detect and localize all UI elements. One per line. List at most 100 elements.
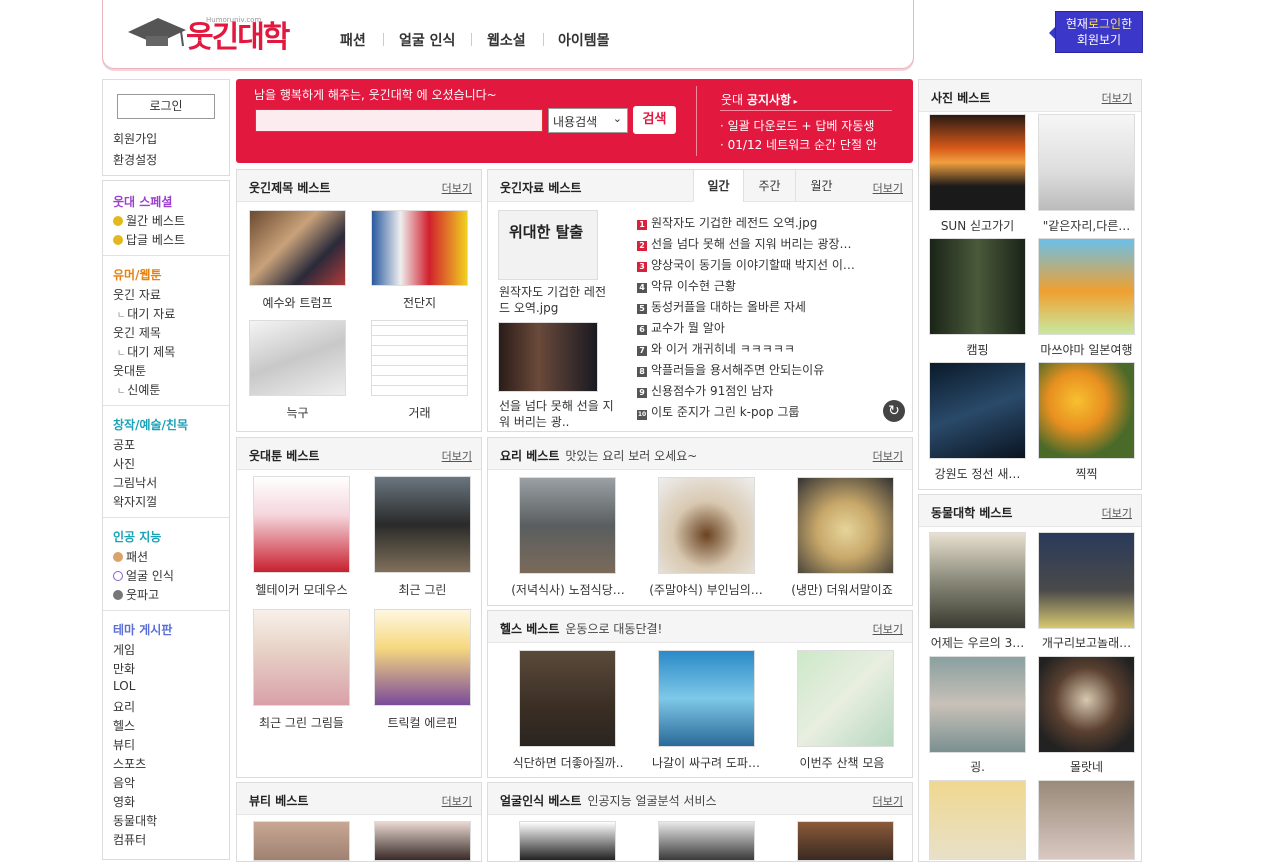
item-caption[interactable]: "같은자리,다른… xyxy=(1032,217,1141,234)
item-caption[interactable]: 이번주 산책 모음 xyxy=(772,754,912,771)
notice-item[interactable]: · 일괄 다운로드 + 답베 자동생 xyxy=(720,117,890,134)
more-link[interactable]: 더보기 xyxy=(442,448,472,464)
thumbnail-image[interactable] xyxy=(1038,362,1135,459)
thumbnail-image[interactable] xyxy=(929,362,1026,459)
thumbnail-image[interactable] xyxy=(498,322,598,392)
thumbnail-image[interactable] xyxy=(658,650,755,747)
signup-link[interactable]: 회원가입 xyxy=(113,130,157,147)
sidebar-item-beauty[interactable]: 뷰티 xyxy=(113,736,135,753)
search-button[interactable]: 검색 xyxy=(633,106,676,134)
more-link[interactable]: 더보기 xyxy=(873,621,903,637)
sidebar-item-funny-data[interactable]: 웃긴 자료 xyxy=(113,286,161,303)
thumbnail-image[interactable] xyxy=(929,532,1026,629)
thumbnail-image[interactable] xyxy=(374,476,471,573)
sidebar-item-ai-upago[interactable]: 웃파고 xyxy=(113,586,159,603)
tab-weekly[interactable]: 주간 xyxy=(743,170,795,202)
thumbnail-image[interactable] xyxy=(371,210,468,286)
rank-item[interactable]: 6 교수가 뭘 알아 xyxy=(637,319,895,336)
thumbnail-image[interactable] xyxy=(929,656,1026,753)
sidebar-item-horror[interactable]: 공포 xyxy=(113,436,135,453)
thumbnail-image[interactable] xyxy=(519,477,616,574)
sidebar-item-chatter[interactable]: 왁자지껄 xyxy=(113,493,157,510)
sidebar-item-lol[interactable]: LOL xyxy=(113,679,135,693)
feature-caption[interactable]: 원작자도 기겁한 레전드 오역.jpg xyxy=(499,284,614,316)
refresh-icon[interactable]: ↻ xyxy=(883,400,905,422)
sidebar-item-reply-best[interactable]: 답글 베스트 xyxy=(113,231,185,248)
thumbnail-image[interactable]: 위대한 탈출 xyxy=(498,210,598,280)
more-link[interactable]: 더보기 xyxy=(1102,505,1132,521)
item-caption[interactable]: 어제는 우르의 3… xyxy=(921,634,1034,651)
sidebar-item-ai-fashion[interactable]: 패션 xyxy=(113,548,148,565)
thumbnail-image[interactable] xyxy=(519,650,616,747)
thumbnail-image[interactable] xyxy=(1038,114,1135,211)
more-link[interactable]: 더보기 xyxy=(442,180,472,196)
sidebar-item-new-toon[interactable]: 신예툰 xyxy=(117,381,160,398)
more-link[interactable]: 더보기 xyxy=(873,180,903,196)
thumbnail-image[interactable] xyxy=(929,114,1026,211)
rank-item[interactable]: 7와 이거 개귀히네 ㅋㅋㅋㅋㅋ xyxy=(637,340,895,357)
thumbnail-image[interactable] xyxy=(797,477,894,574)
thumbnail-image[interactable] xyxy=(929,238,1026,335)
item-caption[interactable]: 최근 그린 xyxy=(368,581,477,598)
item-caption[interactable]: 거래 xyxy=(367,404,472,421)
thumbnail-image[interactable] xyxy=(519,821,616,861)
item-caption[interactable]: 최근 그린 그림들 xyxy=(243,714,360,731)
thumbnail-image[interactable] xyxy=(1038,532,1135,629)
nav-fashion[interactable]: 패션 xyxy=(340,30,366,50)
nav-face-recognition[interactable]: 얼굴 인식 xyxy=(399,30,455,50)
search-input[interactable] xyxy=(255,109,543,132)
sidebar-item-computer[interactable]: 컴퓨터 xyxy=(113,831,146,848)
item-caption[interactable]: SUN 싣고가기 xyxy=(921,217,1034,234)
item-caption[interactable]: 굉. xyxy=(921,758,1034,775)
rank-item[interactable]: 9 신용점수가 91점인 남자 xyxy=(637,382,895,399)
sidebar-item-webtoon[interactable]: 웃대툰 xyxy=(113,362,146,379)
sidebar-item-cooking[interactable]: 요리 xyxy=(113,698,135,715)
item-caption[interactable]: 강원도 정선 새… xyxy=(921,465,1034,482)
thumbnail-image[interactable] xyxy=(374,609,471,706)
tab-monthly[interactable]: 월간 xyxy=(795,170,847,202)
current-members-button[interactable]: 현재로그인한 회원보기 xyxy=(1049,11,1143,53)
thumbnail-image[interactable] xyxy=(1038,238,1135,335)
notice-heading[interactable]: 웃대 공지사항 ▸ xyxy=(721,91,798,108)
sidebar-item-funny-title[interactable]: 웃긴 제목 xyxy=(113,324,161,341)
rank-item[interactable]: 5 동성커플을 대하는 올바른 자세 xyxy=(637,298,895,315)
sidebar-item-pending-title[interactable]: 대기 제목 xyxy=(117,343,175,360)
settings-link[interactable]: 환경설정 xyxy=(113,151,157,168)
sidebar-item-ai-face[interactable]: 얼굴 인식 xyxy=(113,567,174,584)
thumbnail-image[interactable] xyxy=(249,320,346,396)
sidebar-item-photo[interactable]: 사진 xyxy=(113,455,135,472)
nav-webnovel[interactable]: 웹소설 xyxy=(487,30,526,50)
thumbnail-image[interactable] xyxy=(929,780,1026,860)
sidebar-item-game[interactable]: 게임 xyxy=(113,641,135,658)
item-caption[interactable]: 식단하면 더좋아질까.. xyxy=(498,754,638,771)
item-caption[interactable]: 개구리보고놀래… xyxy=(1030,634,1143,651)
notice-item[interactable]: · 01/12 네트워크 순간 단절 안 xyxy=(720,136,890,153)
thumbnail-image[interactable] xyxy=(249,210,346,286)
rank-item[interactable]: 3 양상국이 동기들 이야기할때 박지선 이… xyxy=(637,256,895,273)
sidebar-item-monthly-best[interactable]: 월간 베스트 xyxy=(113,212,185,229)
more-link[interactable]: 더보기 xyxy=(442,793,472,809)
login-button[interactable]: 로그인 xyxy=(117,94,215,119)
sidebar-item-doodle[interactable]: 그림낙서 xyxy=(113,474,157,491)
thumbnail-image[interactable] xyxy=(1038,780,1135,860)
thumbnail-image[interactable] xyxy=(253,821,350,861)
rank-item[interactable]: 2 선을 넘다 못해 선을 지워 버리는 광장… xyxy=(637,235,895,252)
item-caption[interactable]: 나갈이 싸구려 도파… xyxy=(636,754,776,771)
rank-item[interactable]: 4 악뮤 이수현 근황 xyxy=(637,277,895,294)
item-caption[interactable]: 마쓰야마 일본여행 xyxy=(1030,341,1143,358)
thumbnail-image[interactable] xyxy=(658,477,755,574)
item-caption[interactable]: (주말야식) 부인님의… xyxy=(636,581,776,598)
thumbnail-image[interactable] xyxy=(797,650,894,747)
item-caption[interactable]: (저녁식사) 노점식당… xyxy=(498,581,638,598)
nav-itemmall[interactable]: 아이템몰 xyxy=(558,30,610,50)
thumbnail-image[interactable] xyxy=(371,320,468,396)
item-caption[interactable]: 늑구 xyxy=(245,404,350,421)
sidebar-item-animal[interactable]: 동물대학 xyxy=(113,812,157,829)
thumbnail-image[interactable] xyxy=(1038,656,1135,753)
thumbnail-image[interactable] xyxy=(374,821,471,861)
search-type-select[interactable]: 내용검색 ⌄ xyxy=(548,108,628,133)
site-logo[interactable]: 웃긴대학 Humoruniv.com xyxy=(126,8,296,58)
more-link[interactable]: 더보기 xyxy=(873,793,903,809)
item-caption[interactable]: 찍찍 xyxy=(1032,465,1141,482)
rank-item[interactable]: 1 원작자도 기겁한 레전드 오역.jpg xyxy=(637,214,895,231)
